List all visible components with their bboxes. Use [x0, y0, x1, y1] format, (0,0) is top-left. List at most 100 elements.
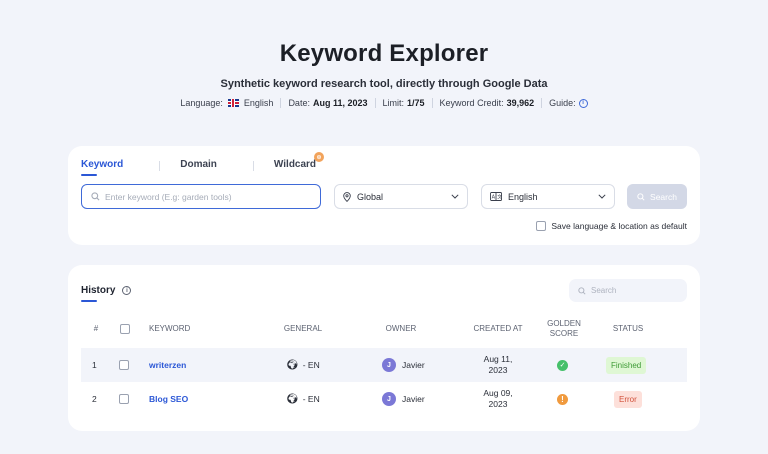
- row-select: [119, 348, 129, 382]
- tab-divider: [159, 161, 161, 171]
- owner-name: Javier: [402, 394, 425, 404]
- row-num: 2: [92, 394, 97, 404]
- created-date-line2: 2023: [488, 365, 508, 375]
- meta-limit: Limit: 1/75: [383, 98, 425, 108]
- created-date: Aug 09, 2023: [461, 388, 535, 410]
- history-search-placeholder: Search: [591, 286, 617, 295]
- save-default-option[interactable]: Save language & location as default: [536, 221, 687, 231]
- created-date-line2: 2023: [488, 399, 508, 409]
- meta-credit: Keyword Credit: 39,962: [440, 98, 535, 108]
- row-select: [119, 382, 129, 416]
- row-checkbox[interactable]: [119, 360, 129, 370]
- location-select[interactable]: Global: [334, 184, 468, 209]
- created-date-line1: Aug 11,: [483, 354, 513, 364]
- limit-value: 1/75: [407, 98, 425, 108]
- column-header-status: STATUS: [612, 324, 644, 333]
- meta-bar: Language: English Date: Aug 11, 2023 Lim…: [0, 98, 768, 108]
- tab-wildcard[interactable]: Wildcard ⊜: [273, 152, 325, 176]
- golden-score-cell: ✓: [557, 348, 568, 382]
- tab-keyword[interactable]: Keyword: [81, 159, 123, 176]
- owner-cell: J Javier: [382, 382, 425, 416]
- created-cell: Aug 11, 2023: [461, 348, 535, 382]
- credit-label: Keyword Credit:: [439, 98, 504, 108]
- page-subtitle: Synthetic keyword research tool, directl…: [220, 78, 548, 90]
- svg-text:文: 文: [497, 194, 502, 201]
- search-panel: Keyword Domain Wildcard ⊜ Global A文 Engl…: [68, 146, 700, 245]
- chevron-down-icon: [451, 194, 459, 199]
- general-cell: 🌍︎ - EN: [286, 382, 320, 416]
- row-checkbox[interactable]: [119, 394, 129, 404]
- keyword-link[interactable]: writerzen: [149, 348, 186, 382]
- warning-circle-icon: !: [557, 393, 568, 405]
- date-label: Date:: [288, 98, 310, 108]
- table-row[interactable]: 1 writerzen 🌍︎ - EN J Javier Aug 11, 202…: [81, 348, 687, 382]
- table-row[interactable]: 2 Blog SEO 🌍︎ - EN J Javier Aug 09, 2023…: [81, 382, 687, 416]
- keyword-link[interactable]: Blog SEO: [149, 382, 188, 416]
- tab-domain[interactable]: Domain: [180, 159, 217, 176]
- location-value: Global: [357, 191, 384, 202]
- general-value: - EN: [302, 394, 320, 404]
- avatar: J: [382, 392, 396, 406]
- credit-value: 39,962: [506, 98, 535, 108]
- status-badge: Error: [614, 390, 642, 408]
- golden-header-line2: SCORE: [549, 329, 579, 338]
- meta-language: Language: English: [180, 98, 273, 108]
- history-panel: History i Search # KEYWORD GENERAL OWNER…: [68, 265, 700, 431]
- tab-wildcard-label: Wildcard: [273, 159, 317, 170]
- language-select[interactable]: A文 English: [481, 184, 615, 209]
- tab-divider: [252, 161, 254, 171]
- select-all-checkbox[interactable]: [120, 324, 130, 334]
- divider: [541, 98, 543, 108]
- search-tabs: Keyword Domain Wildcard ⊜: [81, 152, 352, 176]
- divider: [280, 98, 282, 108]
- language-translate-icon: A文: [490, 192, 502, 201]
- history-title: History i: [81, 285, 132, 296]
- coin-icon: ⊜: [314, 152, 325, 162]
- guide-label: Guide:: [549, 98, 576, 108]
- history-search-input[interactable]: Search: [569, 279, 687, 302]
- general-value: - EN: [302, 360, 320, 370]
- status-cell: Finished: [606, 348, 647, 382]
- status-badge: Finished: [606, 356, 647, 374]
- divider: [374, 98, 376, 108]
- limit-label: Limit:: [382, 98, 405, 108]
- created-date: Aug 11, 2023: [461, 354, 535, 376]
- check-circle-icon: ✓: [557, 359, 568, 371]
- keyword-input-wrapper[interactable]: [81, 184, 321, 209]
- meta-guide: Guide: i: [549, 98, 588, 108]
- created-cell: Aug 09, 2023: [461, 382, 535, 416]
- column-header-select: [119, 324, 131, 337]
- save-default-label: Save language & location as default: [551, 221, 687, 231]
- column-header-num: #: [93, 324, 99, 333]
- column-header-created-at: CREATED AT: [473, 324, 523, 333]
- history-info-icon[interactable]: i: [122, 286, 132, 295]
- keyword-input[interactable]: [105, 191, 305, 202]
- history-tab-indicator: [81, 300, 97, 302]
- globe-icon: 🌍︎: [286, 359, 299, 371]
- column-header-general: GENERAL: [283, 324, 323, 333]
- save-default-checkbox[interactable]: [536, 221, 547, 231]
- golden-header-line1: GOLDEN: [547, 319, 581, 328]
- globe-icon: 🌍︎: [286, 393, 299, 405]
- svg-text:A: A: [492, 195, 496, 201]
- column-header-keyword: KEYWORD: [149, 324, 191, 333]
- language-value: English: [243, 98, 274, 108]
- search-button[interactable]: Search: [627, 184, 687, 209]
- guide-info-icon[interactable]: i: [578, 98, 588, 108]
- history-title-text: History: [81, 285, 116, 296]
- page-header: Keyword Explorer Synthetic keyword resea…: [0, 40, 768, 108]
- date-value: Aug 11, 2023: [312, 98, 368, 108]
- meta-date: Date: Aug 11, 2023: [288, 98, 367, 108]
- language-label: Language:: [180, 98, 223, 108]
- location-pin-icon: [343, 191, 351, 202]
- avatar: J: [382, 358, 396, 372]
- chevron-down-icon: [598, 194, 606, 199]
- row-num: 1: [92, 360, 97, 370]
- owner-name: Javier: [402, 360, 425, 370]
- uk-flag-icon: [227, 99, 239, 107]
- search-icon: [91, 192, 100, 201]
- column-header-golden-score: GOLDEN SCORE: [534, 319, 594, 339]
- search-button-label: Search: [650, 191, 677, 202]
- column-header-owner: OWNER: [385, 324, 417, 333]
- language-select-value: English: [508, 191, 538, 202]
